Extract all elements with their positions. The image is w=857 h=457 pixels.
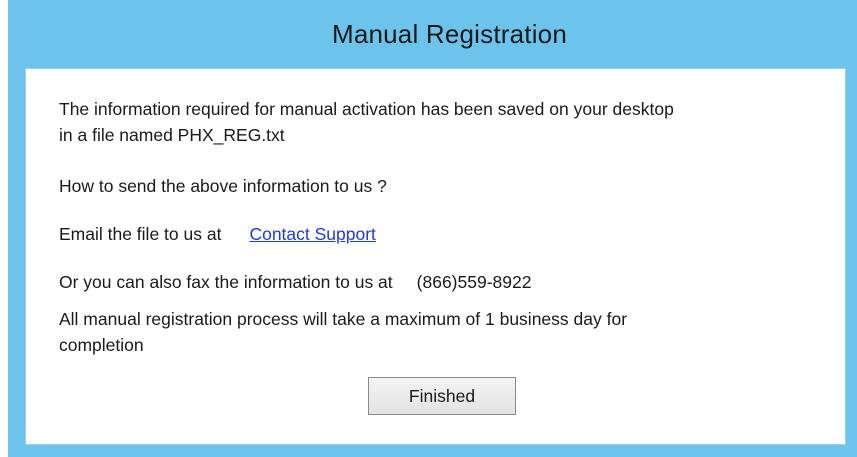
manual-registration-dialog: Manual Registration The information requ…	[8, 0, 857, 457]
dialog-titlebar: Manual Registration	[8, 0, 857, 68]
saved-file-message: The information required for manual acti…	[59, 96, 674, 148]
processing-time-message: All manual registration process will tak…	[59, 306, 627, 358]
finished-button[interactable]: Finished	[368, 377, 516, 415]
contact-support-link[interactable]: Contact Support	[249, 224, 375, 244]
processing-time-line1: All manual registration process will tak…	[59, 309, 628, 329]
fax-instruction-text: Or you can also fax the information to u…	[59, 272, 393, 292]
fax-instruction: Or you can also fax the information to u…	[59, 269, 531, 295]
email-instruction-text: Email the file to us at	[59, 224, 222, 244]
saved-file-message-line2: in a file named PHX_REG.txt	[59, 125, 285, 145]
saved-file-message-line1: The information required for manual acti…	[59, 99, 674, 119]
dialog-title: Manual Registration	[331, 18, 568, 49]
how-to-send-question: How to send the above information to us …	[59, 176, 387, 196]
processing-time-line2: completion	[59, 335, 144, 355]
dialog-content: The information required for manual acti…	[25, 68, 846, 445]
fax-number: (866)559-8922	[416, 272, 532, 292]
email-instruction: Email the file to us at Contact Support	[59, 221, 376, 247]
